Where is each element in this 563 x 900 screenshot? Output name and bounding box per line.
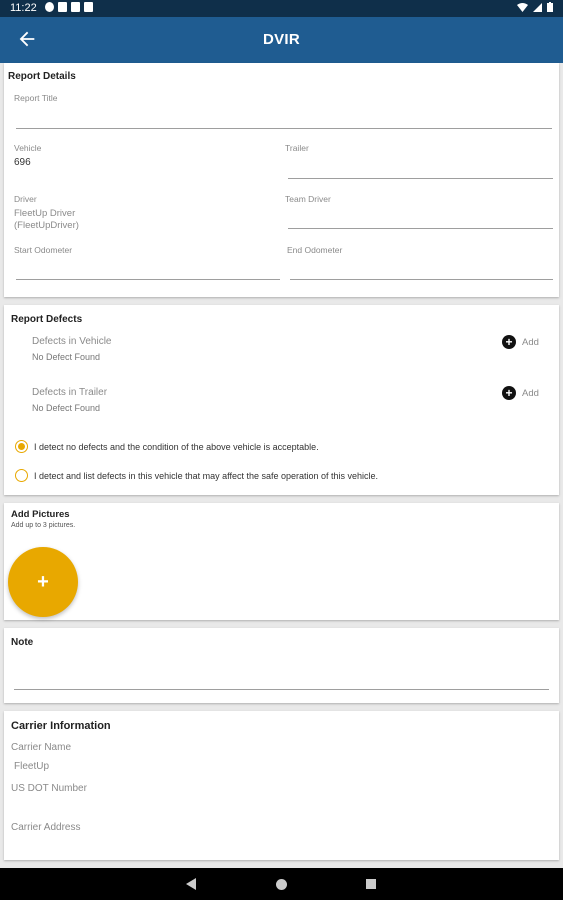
- app-notification-icon: [58, 2, 67, 12]
- app-notification-icon: [71, 2, 80, 12]
- battery-icon: [547, 2, 553, 12]
- vehicle-field[interactable]: 696: [14, 157, 31, 168]
- radio-unselected-icon: [15, 469, 28, 482]
- note-card: Note: [4, 628, 559, 703]
- vehicle-label: Vehicle: [14, 143, 42, 153]
- carrier-name-value: FleetUp: [14, 761, 50, 772]
- add-label: Add: [522, 336, 539, 348]
- nav-recents-icon[interactable]: [366, 879, 376, 889]
- report-title-underline: [16, 128, 552, 129]
- page-title: DVIR: [262, 31, 301, 48]
- add-circle-icon: +: [502, 335, 516, 349]
- nav-back-icon[interactable]: [186, 878, 196, 890]
- status-bar: 11:22: [0, 0, 563, 17]
- note-title: Note: [11, 637, 34, 648]
- list-defects-text: I detect and list defects in this vehicl…: [34, 470, 379, 481]
- trailer-defects-value: No Defect Found: [32, 403, 101, 413]
- plus-icon: +: [37, 570, 49, 593]
- trailer-underline: [288, 178, 553, 179]
- carrier-info-title: Carrier Information: [11, 720, 111, 732]
- app-bar: DVIR: [0, 17, 563, 63]
- vehicle-defects-value: No Defect Found: [32, 352, 101, 362]
- add-picture-button[interactable]: +: [8, 547, 78, 617]
- note-underline: [14, 689, 549, 690]
- add-pictures-title: Add Pictures: [11, 509, 70, 520]
- notification-icons: [45, 2, 93, 12]
- report-details-title: Report Details: [8, 71, 76, 82]
- us-dot-label: US DOT Number: [11, 783, 87, 794]
- driver-username: (FleetUpDriver): [14, 220, 79, 231]
- no-defects-radio[interactable]: I detect no defects and the condition of…: [15, 440, 319, 453]
- add-pictures-hint: Add up to 3 pictures.: [11, 522, 76, 529]
- wifi-icon: [517, 2, 528, 12]
- radio-selected-icon: [15, 440, 28, 453]
- carrier-name-label: Carrier Name: [11, 742, 72, 753]
- team-driver-field[interactable]: [288, 228, 553, 229]
- signal-icon: [533, 2, 542, 12]
- list-defects-radio[interactable]: I detect and list defects in this vehicl…: [15, 469, 378, 482]
- end-odometer-field[interactable]: [290, 279, 553, 280]
- team-driver-label: Team Driver: [285, 194, 331, 204]
- add-circle-icon: +: [502, 386, 516, 400]
- add-vehicle-defect-button[interactable]: + Add: [502, 335, 539, 349]
- trailer-label: Trailer: [285, 143, 309, 153]
- no-defects-text: I detect no defects and the condition of…: [34, 441, 319, 452]
- add-label: Add: [522, 387, 539, 399]
- nav-home-icon[interactable]: [276, 879, 287, 890]
- carrier-address-label: Carrier Address: [11, 822, 81, 833]
- driver-label: Driver: [14, 194, 37, 204]
- report-defects-card: Report Defects Defects in Vehicle No Def…: [4, 305, 559, 495]
- report-details-card: Report Details Report Title Vehicle 696 …: [4, 63, 559, 297]
- sd-card-icon: [84, 2, 93, 12]
- status-time: 11:22: [10, 2, 37, 14]
- settings-notification-icon: [45, 2, 54, 12]
- add-trailer-defect-button[interactable]: + Add: [502, 386, 539, 400]
- report-defects-title: Report Defects: [11, 314, 83, 325]
- vehicle-defects-label: Defects in Vehicle: [32, 336, 112, 347]
- report-title-label: Report Title: [14, 93, 58, 103]
- start-odometer-label: Start Odometer: [14, 245, 73, 255]
- driver-value: FleetUp Driver: [14, 208, 76, 219]
- carrier-info-card: Carrier Information Carrier Name FleetUp…: [4, 711, 559, 860]
- end-odometer-label: End Odometer: [287, 245, 343, 255]
- add-pictures-card: Add Pictures Add up to 3 pictures. +: [4, 503, 559, 620]
- start-odometer-field[interactable]: [16, 279, 280, 280]
- trailer-defects-label: Defects in Trailer: [32, 387, 108, 398]
- system-navigation-bar: [0, 868, 563, 900]
